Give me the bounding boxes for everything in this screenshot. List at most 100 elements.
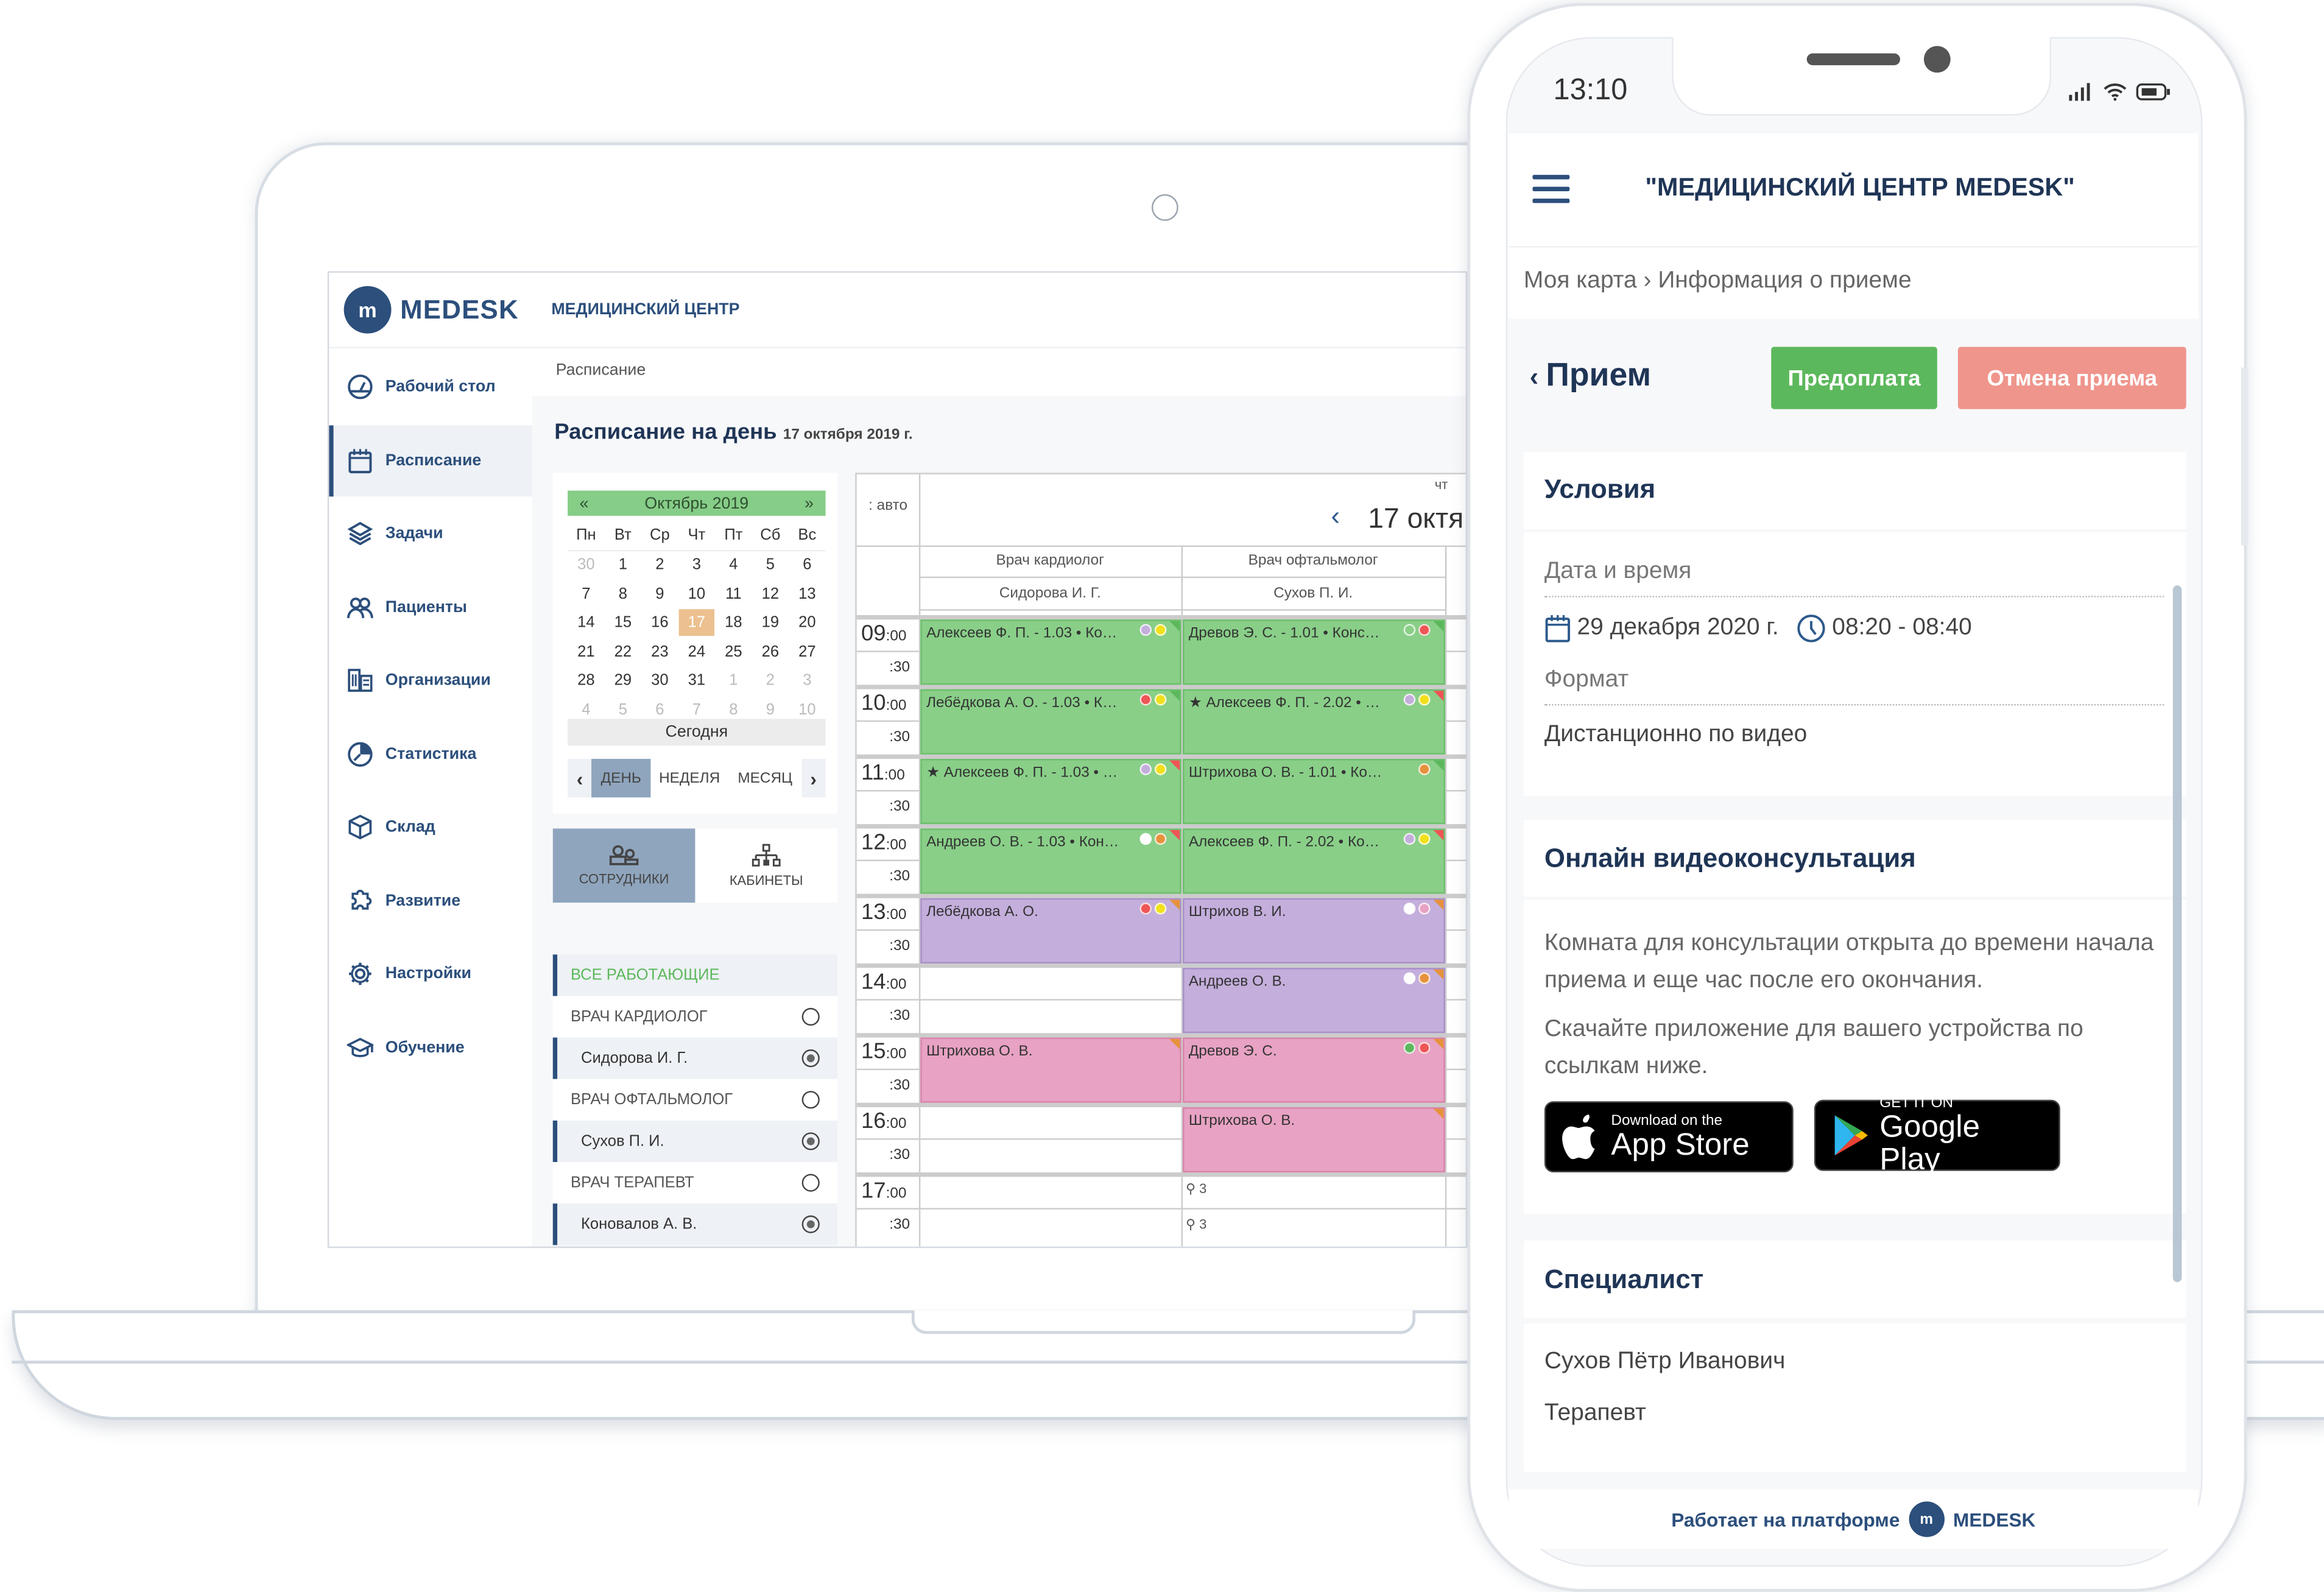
calendar-day[interactable]: 17 bbox=[678, 609, 716, 636]
today-button[interactable]: Сегодня bbox=[568, 719, 826, 746]
calendar-day[interactable]: 3 bbox=[789, 667, 826, 694]
calendar-day[interactable]: 25 bbox=[715, 638, 752, 665]
appointment[interactable]: Штрихова О. В. - 1.01 • Консуль... bbox=[1183, 759, 1445, 825]
calendar-day[interactable]: 30 bbox=[641, 667, 678, 694]
radio-empty-icon[interactable] bbox=[801, 1091, 820, 1109]
appointment[interactable]: Лебёдкова А. О. bbox=[920, 898, 1181, 963]
back-button[interactable]: ‹ Прием bbox=[1530, 356, 1652, 394]
appointment[interactable]: Алексеев Ф. П. - 2.02 • Консульт... bbox=[1183, 828, 1445, 894]
calendar-day[interactable]: 22 bbox=[605, 638, 642, 665]
sidebar-item-2[interactable]: Задачи bbox=[329, 498, 532, 569]
radio-empty-icon[interactable] bbox=[801, 1007, 820, 1026]
prev-month-button[interactable]: « bbox=[580, 495, 589, 512]
sidebar-item-4[interactable]: Организации bbox=[329, 645, 532, 716]
radio-checked-icon[interactable] bbox=[801, 1049, 820, 1068]
appointment[interactable]: Штрихова О. В. bbox=[920, 1037, 1181, 1103]
staff-filter-item[interactable]: Сидорова И. Г. bbox=[552, 1037, 838, 1079]
sidebar-item-5[interactable]: Статистика bbox=[329, 718, 532, 789]
calendar-day[interactable]: 23 bbox=[641, 638, 678, 665]
calendar-day[interactable]: 7 bbox=[568, 580, 605, 607]
next-period-button[interactable]: › bbox=[801, 759, 826, 798]
prev-day-button[interactable]: ‹ bbox=[1331, 501, 1340, 532]
calendar-day[interactable]: 1 bbox=[605, 552, 642, 579]
calendar-day[interactable]: 10 bbox=[678, 580, 716, 607]
appointment[interactable]: ★ Алексеев Ф. П. - 2.02 • Консул... bbox=[1183, 689, 1445, 755]
staff-filter-item[interactable]: ВСЕ РАБОТАЮЩИЕ bbox=[552, 954, 838, 996]
next-month-button[interactable]: » bbox=[805, 495, 814, 512]
calendar-day[interactable]: 20 bbox=[789, 610, 826, 636]
tab-rooms[interactable]: КАБИНЕТЫ bbox=[695, 828, 837, 903]
cancel-appointment-button[interactable]: Отмена приема bbox=[1957, 347, 2186, 409]
calendar-day[interactable]: 8 bbox=[605, 580, 642, 607]
prepay-button[interactable]: Предоплата bbox=[1771, 347, 1937, 409]
auto-scale-label[interactable]: : авто bbox=[868, 498, 907, 515]
sidebar-item-7[interactable]: Развитие bbox=[329, 865, 532, 936]
appointment[interactable]: Древов Э. С. - 1.01 • Консульта... bbox=[1183, 619, 1445, 685]
staff-filter-item[interactable]: ВРАЧ ОФТАЛЬМОЛОГ bbox=[552, 1079, 838, 1121]
calendar-day[interactable]: 2 bbox=[641, 552, 678, 579]
view-day[interactable]: ДЕНЬ bbox=[591, 759, 650, 798]
calendar-day[interactable]: 1 bbox=[715, 667, 752, 694]
appointment[interactable]: Штрихов В. И. bbox=[1183, 898, 1445, 963]
appointment[interactable]: Андреев О. В. bbox=[1183, 968, 1445, 1034]
calendar-day[interactable]: 9 bbox=[641, 580, 678, 607]
calendar-day[interactable]: 6 bbox=[789, 552, 826, 579]
footer-brand[interactable]: MEDESK bbox=[1953, 1508, 2035, 1530]
calendar-day[interactable]: 11 bbox=[715, 580, 752, 607]
sidebar-item-6[interactable]: Склад bbox=[329, 792, 532, 863]
sidebar-item-0[interactable]: Рабочий стол bbox=[329, 351, 532, 423]
hamburger-menu-icon[interactable] bbox=[1532, 175, 1570, 210]
calendar-day[interactable]: 19 bbox=[752, 610, 789, 636]
view-week[interactable]: НЕДЕЛЯ bbox=[650, 759, 728, 797]
staff-filter-item[interactable]: ВРАЧ ТЕРАПЕВТ bbox=[552, 1162, 838, 1204]
appointment[interactable]: Алексеев Ф. П. - 1.03 • Консульт... bbox=[920, 619, 1181, 685]
calendar-day[interactable]: 13 bbox=[789, 580, 826, 607]
room-count[interactable]: ⚲ 3 bbox=[1186, 1217, 1206, 1233]
calendar-day[interactable]: 5 bbox=[752, 552, 789, 579]
schedule-day-of-week: чт bbox=[1434, 477, 1448, 492]
appointment[interactable]: Андреев О. В. - 1.03 • Консульт... bbox=[920, 828, 1181, 894]
calendar-day[interactable]: 27 bbox=[789, 638, 826, 665]
appointment[interactable]: Штрихова О. В. bbox=[1183, 1107, 1445, 1173]
sidebar-item-3[interactable]: Пациенты bbox=[329, 571, 532, 643]
calendar-day[interactable]: 30 bbox=[568, 552, 605, 579]
sidebar-item-9[interactable]: Обучение bbox=[329, 1012, 532, 1083]
calendar-day[interactable]: 28 bbox=[568, 667, 605, 694]
breadcrumb[interactable]: Расписание bbox=[556, 362, 646, 379]
calendar-day[interactable]: 29 bbox=[605, 667, 642, 694]
calendar-day[interactable]: 2 bbox=[752, 667, 789, 694]
appointment[interactable]: Древов Э. С. bbox=[1183, 1037, 1445, 1103]
radio-checked-icon[interactable] bbox=[801, 1132, 820, 1150]
calendar-day[interactable]: 21 bbox=[568, 638, 605, 665]
calendar-day[interactable]: 16 bbox=[641, 610, 678, 636]
prev-period-button[interactable]: ‹ bbox=[568, 759, 592, 798]
sidebar-item-8[interactable]: Настройки bbox=[329, 939, 532, 1010]
breadcrumb-my-card[interactable]: Моя карта bbox=[1524, 268, 1637, 293]
column-doctor[interactable]: Сухов П. И. bbox=[1181, 578, 1447, 611]
calendar-day[interactable]: 12 bbox=[752, 580, 789, 607]
calendar-day[interactable]: 26 bbox=[752, 638, 789, 665]
logo[interactable]: m MEDESK bbox=[343, 286, 519, 334]
sidebar-item-1[interactable]: Расписание bbox=[329, 424, 532, 496]
appointment[interactable]: Лебёдкова А. О. - 1.03 • Консул... bbox=[920, 689, 1181, 755]
column-doctor[interactable]: Сидорова И. Г. bbox=[918, 578, 1183, 611]
radio-empty-icon[interactable] bbox=[801, 1174, 820, 1192]
google-play-button[interactable]: GET IT ON Google Play bbox=[1814, 1094, 2060, 1175]
calendar-day[interactable]: 3 bbox=[678, 552, 716, 579]
room-count[interactable]: ⚲ 3 bbox=[1186, 1182, 1206, 1198]
staff-filter-item[interactable]: Коновалов А. В. bbox=[552, 1203, 838, 1245]
staff-filter-item[interactable]: Сухов П. И. bbox=[552, 1120, 838, 1163]
tab-staff[interactable]: СОТРУДНИКИ bbox=[552, 828, 695, 903]
calendar-day[interactable]: 24 bbox=[678, 638, 716, 665]
calendar-day[interactable]: 14 bbox=[568, 610, 605, 636]
calendar-day[interactable]: 31 bbox=[678, 667, 716, 694]
app-store-button[interactable]: Download on the App Store bbox=[1544, 1101, 1794, 1173]
mobile-scrollbar[interactable] bbox=[2172, 585, 2182, 1283]
view-month[interactable]: МЕСЯЦ bbox=[729, 759, 801, 797]
radio-checked-icon[interactable] bbox=[801, 1215, 820, 1233]
staff-filter-item[interactable]: ВРАЧ КАРДИОЛОГ bbox=[552, 996, 838, 1038]
calendar-day[interactable]: 4 bbox=[715, 552, 752, 579]
appointment[interactable]: ★ Алексеев Ф. П. - 1.03 • Консул... bbox=[920, 759, 1181, 825]
calendar-day[interactable]: 18 bbox=[715, 610, 752, 636]
calendar-day[interactable]: 15 bbox=[605, 610, 642, 636]
